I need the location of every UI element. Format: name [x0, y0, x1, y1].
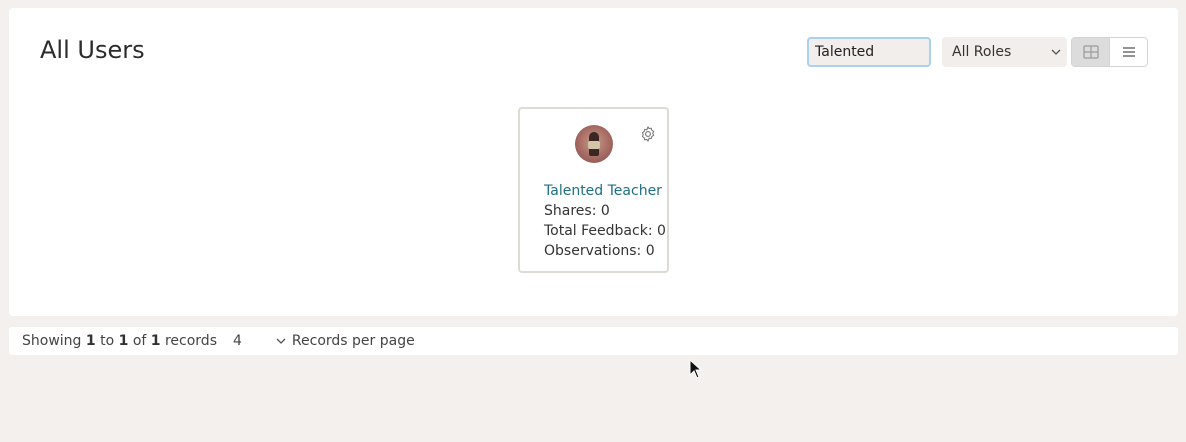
grid-view-button[interactable]: [1072, 38, 1109, 66]
user-card: Talented Teacher Shares: 0 Total Feedbac…: [518, 107, 669, 273]
chevron-down-icon[interactable]: [276, 337, 286, 345]
list-view-icon: [1122, 47, 1135, 57]
role-filter-value: All Roles: [952, 44, 1012, 60]
pagination-footer: Showing 1 to 1 of 1 records 4 Records pe…: [9, 327, 1178, 355]
user-card-details: Talented Teacher Shares: 0 Total Feedbac…: [544, 181, 666, 261]
chevron-down-icon: [1051, 49, 1061, 55]
view-toggle: [1071, 37, 1148, 67]
mouse-cursor-icon: [689, 359, 703, 379]
search-input[interactable]: [807, 37, 931, 67]
per-page-select[interactable]: 4: [233, 333, 242, 349]
page-title: All Users: [40, 36, 145, 64]
per-page-label: Records per page: [291, 333, 415, 349]
list-view-button[interactable]: [1109, 38, 1147, 66]
gear-icon[interactable]: [639, 125, 657, 143]
user-total-feedback: Total Feedback: 0: [544, 223, 666, 239]
records-summary: Showing 1 to 1 of 1 records: [22, 333, 217, 349]
user-shares: Shares: 0: [544, 203, 610, 219]
avatar[interactable]: [575, 125, 613, 163]
role-filter-select[interactable]: All Roles: [942, 37, 1067, 67]
user-name-link[interactable]: Talented Teacher: [544, 181, 666, 201]
user-observations: Observations: 0: [544, 243, 655, 259]
users-panel: All Users All Roles: [9, 8, 1178, 316]
grid-view-icon: [1082, 45, 1099, 59]
